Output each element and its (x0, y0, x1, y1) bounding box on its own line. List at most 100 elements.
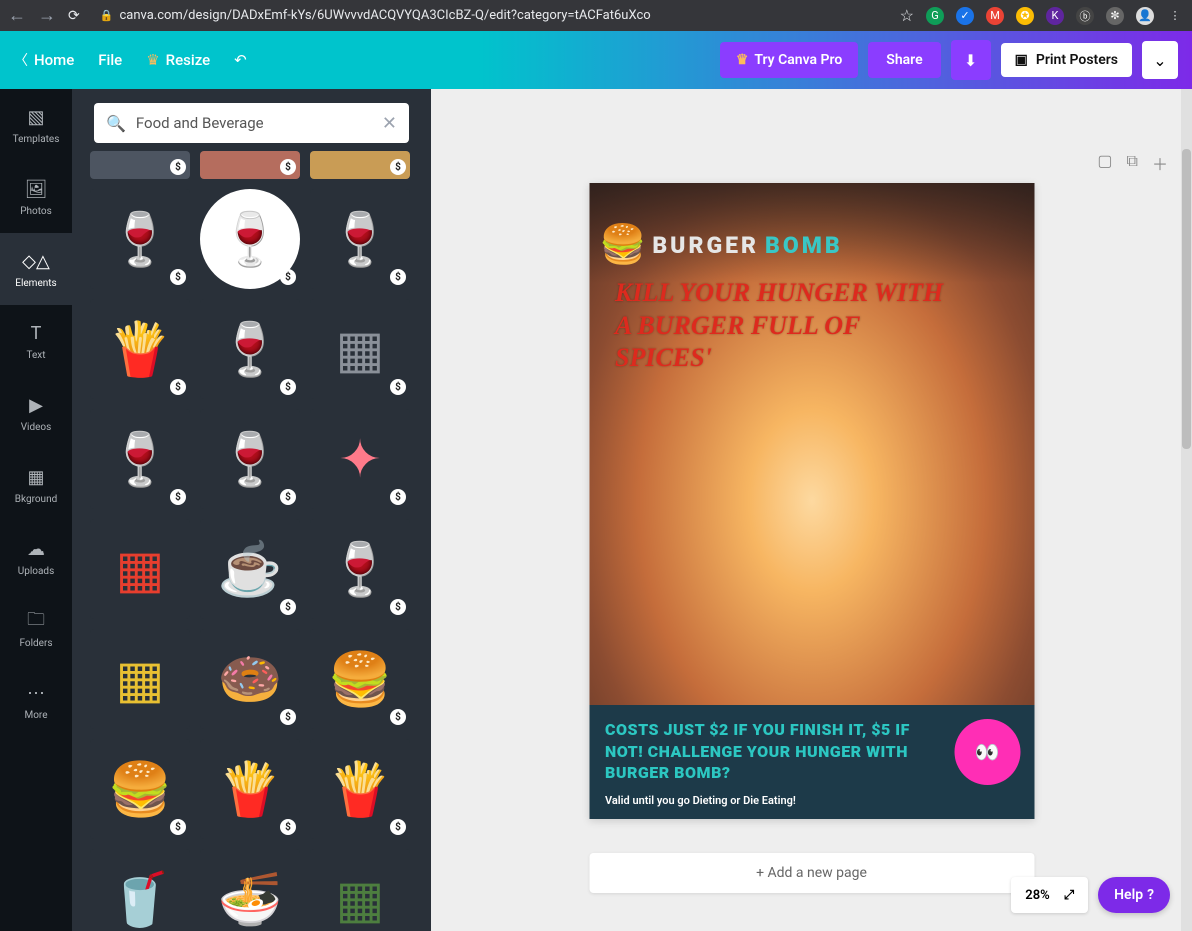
ext-icon-2[interactable]: ✓ (956, 7, 974, 25)
ext-icon-1[interactable]: G (926, 7, 944, 25)
zoom-control[interactable]: 28% ⤢ (1011, 877, 1088, 913)
element-tile[interactable]: ☕$ (200, 519, 300, 619)
share-label: Share (886, 52, 922, 68)
resize-label: Resize (166, 51, 210, 69)
nav-more[interactable]: ⋯More (0, 665, 72, 737)
element-tile[interactable]: 🍷$ (200, 299, 300, 399)
element-tile[interactable]: 🍷$ (310, 519, 410, 619)
home-label: Home (34, 51, 74, 69)
premium-badge: $ (390, 819, 406, 835)
element-tile[interactable]: 🍷$ (90, 189, 190, 289)
fullscreen-icon[interactable]: ⤢ (1064, 888, 1074, 903)
element-tile[interactable]: 🍩$ (200, 629, 300, 729)
element-tile[interactable]: ▦$ (310, 299, 410, 399)
premium-badge: $ (170, 269, 186, 285)
crown-icon: ♛ (736, 52, 749, 68)
element-glyph: 🍷 (108, 429, 173, 490)
forward-icon[interactable]: → (38, 5, 56, 26)
element-tile[interactable]: ▦ (310, 849, 410, 931)
element-tile[interactable]: $ (200, 151, 300, 179)
element-tile[interactable]: 🍷$ (310, 189, 410, 289)
ext-icon-6[interactable]: ⓑ (1076, 7, 1094, 25)
reload-icon[interactable]: ⟳ (68, 8, 80, 24)
url-bar[interactable]: 🔒 canva.com/design/DADxEmf-kYs/6UWvvvdAC… (92, 8, 888, 23)
poster-tagline[interactable]: KILL YOUR HUNGER WITH A BURGER FULL OF S… (615, 277, 954, 375)
undo-button[interactable]: ↶ (234, 51, 247, 69)
poster-brand[interactable]: 🍔 BURGER BOMB (599, 223, 843, 267)
clear-search-icon[interactable]: ✕ (382, 113, 397, 134)
nav-label: More (24, 710, 47, 721)
share-button[interactable]: Share (868, 42, 940, 78)
element-tile[interactable]: 🍔$ (90, 739, 190, 839)
element-tile[interactable]: 🍜 (200, 849, 300, 931)
help-button[interactable]: Help ? (1098, 877, 1170, 913)
poster-bottom-band[interactable]: COSTS JUST $2 IF YOU FINISH IT, $5 IF NO… (589, 705, 1034, 819)
brand-text-2: BOMB (765, 232, 843, 259)
element-tile[interactable]: 🍟$ (90, 299, 190, 399)
star-icon[interactable]: ☆ (900, 6, 914, 25)
avatar[interactable]: 👤 (1136, 7, 1154, 25)
home-button[interactable]: 〈Home (14, 50, 74, 70)
nav-videos[interactable]: ▶Videos (0, 377, 72, 449)
duplicate-page-icon[interactable]: ⧉ (1127, 151, 1138, 175)
vertical-nav: ▧Templates 🖼Photos ◇△Elements TText ▶Vid… (0, 89, 72, 931)
download-icon: ⬇ (964, 51, 977, 70)
resize-button[interactable]: ♛Resize (146, 51, 210, 69)
nav-photos[interactable]: 🖼Photos (0, 161, 72, 233)
nav-uploads[interactable]: ☁Uploads (0, 521, 72, 593)
element-tile[interactable]: 🍟$ (310, 739, 410, 839)
lock-icon: 🔒 (100, 9, 114, 22)
premium-badge: $ (280, 159, 296, 175)
nav-label: Folders (19, 638, 52, 649)
download-button[interactable]: ⬇ (951, 40, 991, 80)
search-input[interactable] (136, 114, 372, 132)
poster-icon: ▣ (1015, 52, 1028, 68)
premium-badge: $ (390, 599, 406, 615)
element-tile[interactable]: ▦ (90, 629, 190, 729)
element-tile[interactable]: ▦ (90, 519, 190, 619)
add-page-icon[interactable]: ＋ (1152, 151, 1168, 175)
premium-badge: $ (280, 269, 296, 285)
element-tile[interactable]: 🥤 (90, 849, 190, 931)
nav-text[interactable]: TText (0, 305, 72, 377)
nav-folders[interactable]: 🗀Folders (0, 593, 72, 665)
ext-icon-3[interactable]: M (986, 7, 1004, 25)
element-tile[interactable]: $ (90, 151, 190, 179)
element-tile[interactable]: ✦$ (310, 409, 410, 509)
element-tile[interactable]: 🍷$ (200, 189, 300, 289)
element-tile[interactable]: 🍔$ (310, 629, 410, 729)
add-page-button[interactable]: + Add a new page (589, 853, 1034, 893)
undo-icon: ↶ (234, 51, 247, 69)
videos-icon: ▶ (24, 394, 48, 418)
poster-canvas[interactable]: 🍔 BURGER BOMB KILL YOUR HUNGER WITH A BU… (589, 183, 1034, 819)
file-button[interactable]: File (98, 51, 122, 69)
vertical-scrollbar[interactable] (1181, 89, 1192, 931)
print-dropdown[interactable]: ⌄ (1142, 41, 1178, 79)
element-tile[interactable]: $ (310, 151, 410, 179)
element-glyph: 🍟 (218, 759, 283, 820)
back-icon[interactable]: ← (8, 5, 26, 26)
element-glyph: ✦ (338, 429, 382, 490)
try-pro-button[interactable]: ♛Try Canva Pro (720, 42, 858, 78)
search-box[interactable]: 🔍 ✕ (94, 103, 409, 143)
ext-icon-7[interactable]: ✼ (1106, 7, 1124, 25)
premium-badge: $ (170, 819, 186, 835)
nav-background[interactable]: ▦Bkground (0, 449, 72, 521)
element-glyph: 🍟 (328, 759, 393, 820)
element-tile[interactable]: 🍷$ (90, 409, 190, 509)
nav-elements[interactable]: ◇△Elements (0, 233, 72, 305)
print-posters-button[interactable]: ▣Print Posters (1001, 43, 1132, 77)
menu-icon[interactable]: ⋮ (1166, 7, 1184, 25)
element-tile[interactable]: 🍷$ (200, 409, 300, 509)
premium-badge: $ (280, 819, 296, 835)
scrollbar-thumb[interactable] (1182, 149, 1191, 449)
burger-icon: 🍔 (599, 223, 646, 267)
background-icon: ▦ (24, 466, 48, 490)
element-tile[interactable]: 🍟$ (200, 739, 300, 839)
ext-icon-5[interactable]: K (1046, 7, 1064, 25)
ext-icon-4[interactable]: ✪ (1016, 7, 1034, 25)
premium-badge: $ (390, 159, 406, 175)
notes-icon[interactable]: ▢ (1097, 151, 1112, 175)
element-glyph: 🍷 (328, 539, 393, 600)
nav-templates[interactable]: ▧Templates (0, 89, 72, 161)
